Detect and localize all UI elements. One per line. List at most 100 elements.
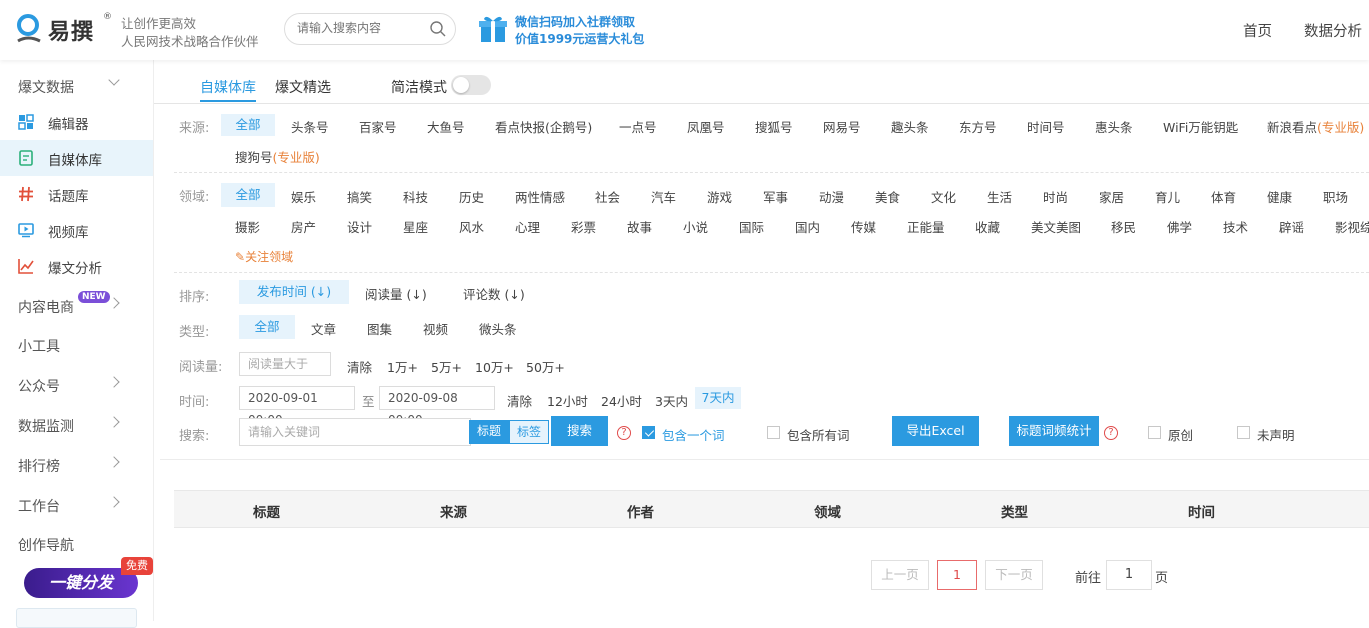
time-option-7days[interactable]: 7天内 bbox=[695, 387, 741, 409]
sort-by-comments[interactable]: 评论数 (↓) bbox=[463, 284, 525, 303]
undeclared-label[interactable]: 未声明 bbox=[1257, 425, 1295, 444]
original-label[interactable]: 原创 bbox=[1168, 425, 1193, 444]
field-option[interactable]: 美文美图 bbox=[1031, 217, 1081, 236]
field-option[interactable]: 体育 bbox=[1211, 187, 1236, 206]
field-option[interactable]: 搞笑 bbox=[347, 187, 372, 206]
include-all-label[interactable]: 包含所有词 bbox=[787, 425, 850, 444]
field-option[interactable]: 传媒 bbox=[851, 217, 876, 236]
field-option[interactable]: 两性情感 bbox=[515, 187, 565, 206]
field-option[interactable]: 科技 bbox=[403, 187, 428, 206]
scope-title-button[interactable]: 标题 bbox=[469, 420, 509, 444]
field-option[interactable]: 文化 bbox=[931, 187, 956, 206]
field-option-all[interactable]: 全部 bbox=[221, 183, 275, 207]
field-option[interactable]: 娱乐 bbox=[291, 187, 316, 206]
field-option[interactable]: 技术 bbox=[1223, 217, 1248, 236]
source-option[interactable]: 头条号 bbox=[291, 117, 329, 136]
include-one-label[interactable]: 包含一个词 bbox=[662, 425, 725, 444]
field-option[interactable]: 移民 bbox=[1111, 217, 1136, 236]
source-option[interactable]: 凤凰号 bbox=[687, 117, 725, 136]
field-option[interactable]: 小说 bbox=[683, 217, 708, 236]
undeclared-checkbox[interactable] bbox=[1237, 426, 1250, 439]
source-option[interactable]: 网易号 bbox=[823, 117, 861, 136]
goto-page-input[interactable]: 1 bbox=[1106, 560, 1152, 590]
field-option[interactable]: 动漫 bbox=[819, 187, 844, 206]
include-all-checkbox[interactable] bbox=[767, 426, 780, 439]
min-reads-input[interactable]: 阅读量大于 bbox=[239, 352, 331, 376]
field-option[interactable]: 彩票 bbox=[571, 217, 596, 236]
keyword-input[interactable]: 请输入关键词 bbox=[239, 418, 471, 446]
header-search-input[interactable] bbox=[297, 21, 427, 35]
time-clear[interactable]: 清除 bbox=[507, 391, 532, 410]
nav-home[interactable]: 首页 bbox=[1243, 20, 1272, 41]
source-option[interactable]: 趣头条 bbox=[891, 117, 929, 136]
field-option[interactable]: 游戏 bbox=[707, 187, 732, 206]
column-author[interactable]: 作者 bbox=[627, 501, 654, 521]
source-option[interactable]: 看点快报(企鹅号) bbox=[495, 117, 592, 136]
field-option[interactable]: 影视综 bbox=[1335, 217, 1369, 236]
sidebar-item-hot-analysis[interactable]: 爆文分析 bbox=[0, 248, 153, 284]
tab-selected-articles[interactable]: 爆文精选 bbox=[275, 77, 331, 97]
logo-text[interactable]: 易撰 bbox=[48, 14, 94, 46]
source-option-sina[interactable]: 新浪看点(专业版) bbox=[1267, 117, 1364, 136]
field-option[interactable]: 国内 bbox=[795, 217, 820, 236]
source-option-all[interactable]: 全部 bbox=[221, 114, 275, 136]
simple-mode-toggle[interactable] bbox=[451, 75, 491, 95]
field-option[interactable]: 社会 bbox=[595, 187, 620, 206]
column-title[interactable]: 标题 bbox=[253, 501, 280, 521]
field-option[interactable]: 美食 bbox=[875, 187, 900, 206]
column-source[interactable]: 来源 bbox=[440, 501, 467, 521]
source-option[interactable]: 东方号 bbox=[959, 117, 997, 136]
search-icon[interactable] bbox=[429, 20, 447, 38]
field-option[interactable]: 育儿 bbox=[1155, 187, 1180, 206]
original-checkbox[interactable] bbox=[1148, 426, 1161, 439]
column-time[interactable]: 时间 bbox=[1188, 501, 1215, 521]
promo-line-1[interactable]: 微信扫码加入社群领取 bbox=[515, 13, 635, 30]
type-option[interactable]: 微头条 bbox=[479, 319, 517, 338]
sidebar-item-media-library[interactable]: 自媒体库 bbox=[0, 140, 153, 176]
field-option[interactable]: 房产 bbox=[291, 217, 316, 236]
source-option[interactable]: 一点号 bbox=[619, 117, 657, 136]
time-option[interactable]: 12小时 bbox=[547, 391, 588, 410]
sidebar-group-hot-articles[interactable]: 爆文数据 bbox=[0, 68, 153, 104]
column-field[interactable]: 领域 bbox=[814, 501, 841, 521]
help-icon[interactable]: ? bbox=[617, 426, 631, 440]
sidebar-item-editor[interactable]: 编辑器 bbox=[0, 104, 153, 140]
page-number-current[interactable]: 1 bbox=[937, 560, 977, 590]
reads-option[interactable]: 1万+ bbox=[387, 357, 418, 376]
reads-option[interactable]: 50万+ bbox=[526, 357, 565, 376]
field-option[interactable]: 时尚 bbox=[1043, 187, 1068, 206]
tab-media-library[interactable]: 自媒体库 bbox=[200, 77, 256, 97]
type-option[interactable]: 图集 bbox=[367, 319, 392, 338]
time-option[interactable]: 3天内 bbox=[655, 391, 688, 410]
field-option[interactable]: 摄影 bbox=[235, 217, 260, 236]
type-option[interactable]: 视频 bbox=[423, 319, 448, 338]
next-page-button[interactable]: 下一页 bbox=[985, 560, 1043, 590]
source-option[interactable]: 百家号 bbox=[359, 117, 397, 136]
sort-by-reads[interactable]: 阅读量 (↓) bbox=[365, 284, 427, 303]
field-option[interactable]: 收藏 bbox=[975, 217, 1000, 236]
help-icon[interactable]: ? bbox=[1104, 426, 1118, 440]
source-option[interactable]: WiFi万能钥匙 bbox=[1163, 117, 1238, 136]
gift-icon[interactable] bbox=[478, 14, 508, 44]
field-option[interactable]: 风水 bbox=[459, 217, 484, 236]
field-option[interactable]: 生活 bbox=[987, 187, 1012, 206]
reads-option[interactable]: 10万+ bbox=[475, 357, 514, 376]
sidebar-item-tools[interactable]: 小工具 bbox=[0, 327, 153, 363]
field-option[interactable]: 历史 bbox=[459, 187, 484, 206]
logo-icon[interactable] bbox=[14, 13, 44, 45]
prev-page-button[interactable]: 上一页 bbox=[871, 560, 929, 590]
source-option[interactable]: 时间号 bbox=[1027, 117, 1065, 136]
field-option[interactable]: 心理 bbox=[515, 217, 540, 236]
source-option-sogou[interactable]: 搜狗号(专业版) bbox=[235, 147, 320, 166]
include-one-checkbox[interactable] bbox=[642, 426, 655, 439]
time-option[interactable]: 24小时 bbox=[601, 391, 642, 410]
field-option[interactable]: 设计 bbox=[347, 217, 372, 236]
time-from-input[interactable]: 2020-09-01 00:00 bbox=[239, 386, 355, 427]
reads-clear[interactable]: 清除 bbox=[347, 357, 372, 376]
field-option[interactable]: 佛学 bbox=[1167, 217, 1192, 236]
source-option[interactable]: 惠头条 bbox=[1095, 117, 1133, 136]
field-option[interactable]: 职场 bbox=[1323, 187, 1348, 206]
sidebar-item-workbench[interactable]: 工作台 bbox=[0, 487, 153, 523]
type-option-all[interactable]: 全部 bbox=[239, 315, 295, 339]
source-option[interactable]: 大鱼号 bbox=[427, 117, 465, 136]
